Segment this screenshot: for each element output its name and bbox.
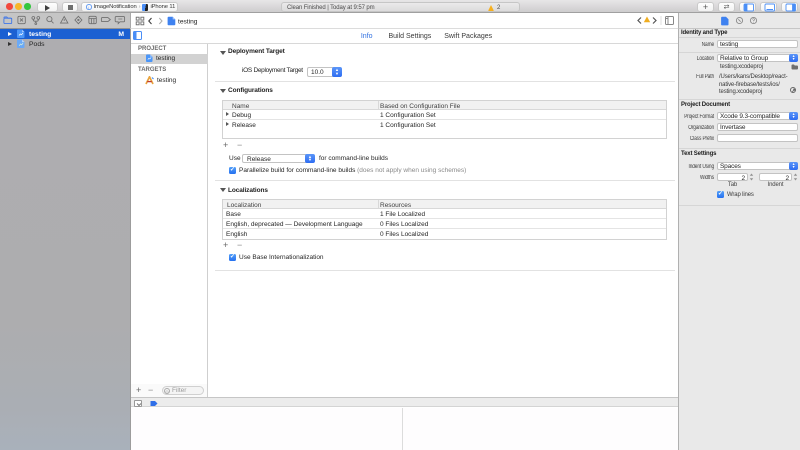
svg-text:testing: testing [178, 18, 198, 25]
